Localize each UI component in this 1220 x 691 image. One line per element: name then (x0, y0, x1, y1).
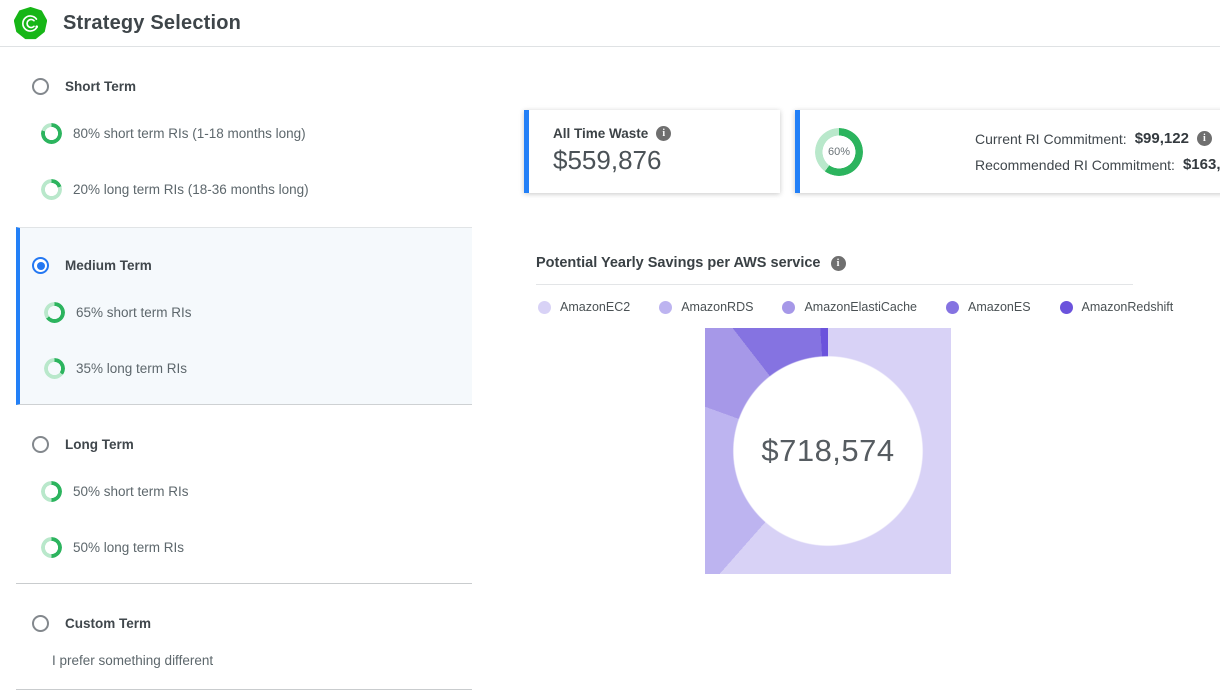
allocation-item: 20% long term RIs (18-36 months long) (41, 179, 309, 200)
legend-item-amazonredshift[interactable]: AmazonRedshift (1060, 300, 1174, 314)
allocation-label: 50% long term RIs (73, 540, 184, 555)
recommended-ri-label: Recommended RI Commitment: (975, 157, 1175, 173)
option-custom-term[interactable]: Custom Term (32, 615, 151, 632)
legend-label: AmazonRedshift (1082, 300, 1174, 314)
radio-custom-term[interactable] (32, 615, 49, 632)
legend-dot (946, 301, 959, 314)
allocation-item: 35% long term RIs (44, 358, 187, 379)
option-label: Custom Term (65, 616, 151, 631)
legend-label: AmazonRDS (681, 300, 753, 314)
info-icon[interactable] (656, 126, 671, 141)
current-ri-commitment-row: Current RI Commitment: $99,122 (975, 130, 1220, 147)
page-title: Strategy Selection (63, 12, 241, 35)
radio-short-term[interactable] (32, 78, 49, 95)
legend-label: AmazonEC2 (560, 300, 630, 314)
legend-dot (1060, 301, 1073, 314)
legend-dot (659, 301, 672, 314)
card-label: All Time Waste (553, 126, 648, 141)
chart-divider (536, 284, 1133, 285)
allocation-item: 50% short term RIs (41, 481, 189, 502)
commitment-gauge: 60% (815, 128, 863, 176)
legend-label: AmazonElastiCache (804, 300, 917, 314)
current-ri-value: $99,122 (1135, 130, 1189, 147)
gauge-percent-label: 60% (815, 128, 863, 176)
radio-medium-term[interactable] (32, 257, 49, 274)
section-divider (16, 689, 472, 690)
chart-legend: AmazonEC2 AmazonRDS AmazonElastiCache Am… (538, 300, 1173, 314)
recommended-ri-commitment-row: Recommended RI Commitment: $163,947 (975, 156, 1220, 173)
allocation-item: 80% short term RIs (1-18 months long) (41, 123, 306, 144)
legend-item-amazonelasticache[interactable]: AmazonElastiCache (782, 300, 917, 314)
allocation-ring (44, 358, 65, 379)
option-label: Short Term (65, 79, 136, 94)
option-label: Medium Term (65, 258, 152, 273)
legend-dot (538, 301, 551, 314)
strategy-selection-page: Strategy Selection Short Term 80% short … (0, 0, 1220, 691)
allocation-label: 50% short term RIs (73, 484, 189, 499)
cloudcheckr-logo-icon (14, 7, 47, 40)
donut-total-value: $718,574 (705, 328, 951, 574)
allocation-item: 50% long term RIs (41, 537, 184, 558)
option-long-term[interactable]: Long Term (32, 436, 134, 453)
legend-label: AmazonES (968, 300, 1031, 314)
savings-donut-chart[interactable]: $718,574 (705, 328, 951, 574)
allocation-label: 20% long term RIs (18-36 months long) (73, 182, 309, 197)
allocation-ring (41, 537, 62, 558)
allocation-ring (41, 179, 62, 200)
legend-item-amazonrds[interactable]: AmazonRDS (659, 300, 753, 314)
option-label: Long Term (65, 437, 134, 452)
legend-item-amazones[interactable]: AmazonES (946, 300, 1031, 314)
option-medium-term[interactable]: Medium Term (32, 257, 152, 274)
all-time-waste-card: All Time Waste $559,876 (524, 110, 780, 193)
page-header: Strategy Selection (0, 0, 1220, 47)
allocation-label: 80% short term RIs (1-18 months long) (73, 126, 306, 141)
chart-title: Potential Yearly Savings per AWS service (536, 255, 821, 271)
legend-item-amazonec2[interactable]: AmazonEC2 (538, 300, 630, 314)
section-divider (16, 583, 472, 584)
allocation-ring (44, 302, 65, 323)
info-icon[interactable] (831, 256, 846, 271)
info-icon[interactable] (1197, 131, 1212, 146)
chart-header: Potential Yearly Savings per AWS service (536, 255, 846, 271)
ri-commitment-card: 60% Current RI Commitment: $99,122 Recom… (795, 110, 1220, 193)
allocation-label: 35% long term RIs (76, 361, 187, 376)
legend-dot (782, 301, 795, 314)
allocation-ring (41, 123, 62, 144)
recommended-ri-value: $163,947 (1183, 156, 1220, 173)
allocation-ring (41, 481, 62, 502)
allocation-item: 65% short term RIs (44, 302, 192, 323)
option-short-term[interactable]: Short Term (32, 78, 136, 95)
radio-long-term[interactable] (32, 436, 49, 453)
all-time-waste-value: $559,876 (553, 145, 780, 176)
allocation-label: 65% short term RIs (76, 305, 192, 320)
custom-term-description: I prefer something different (52, 653, 213, 668)
current-ri-label: Current RI Commitment: (975, 131, 1127, 147)
